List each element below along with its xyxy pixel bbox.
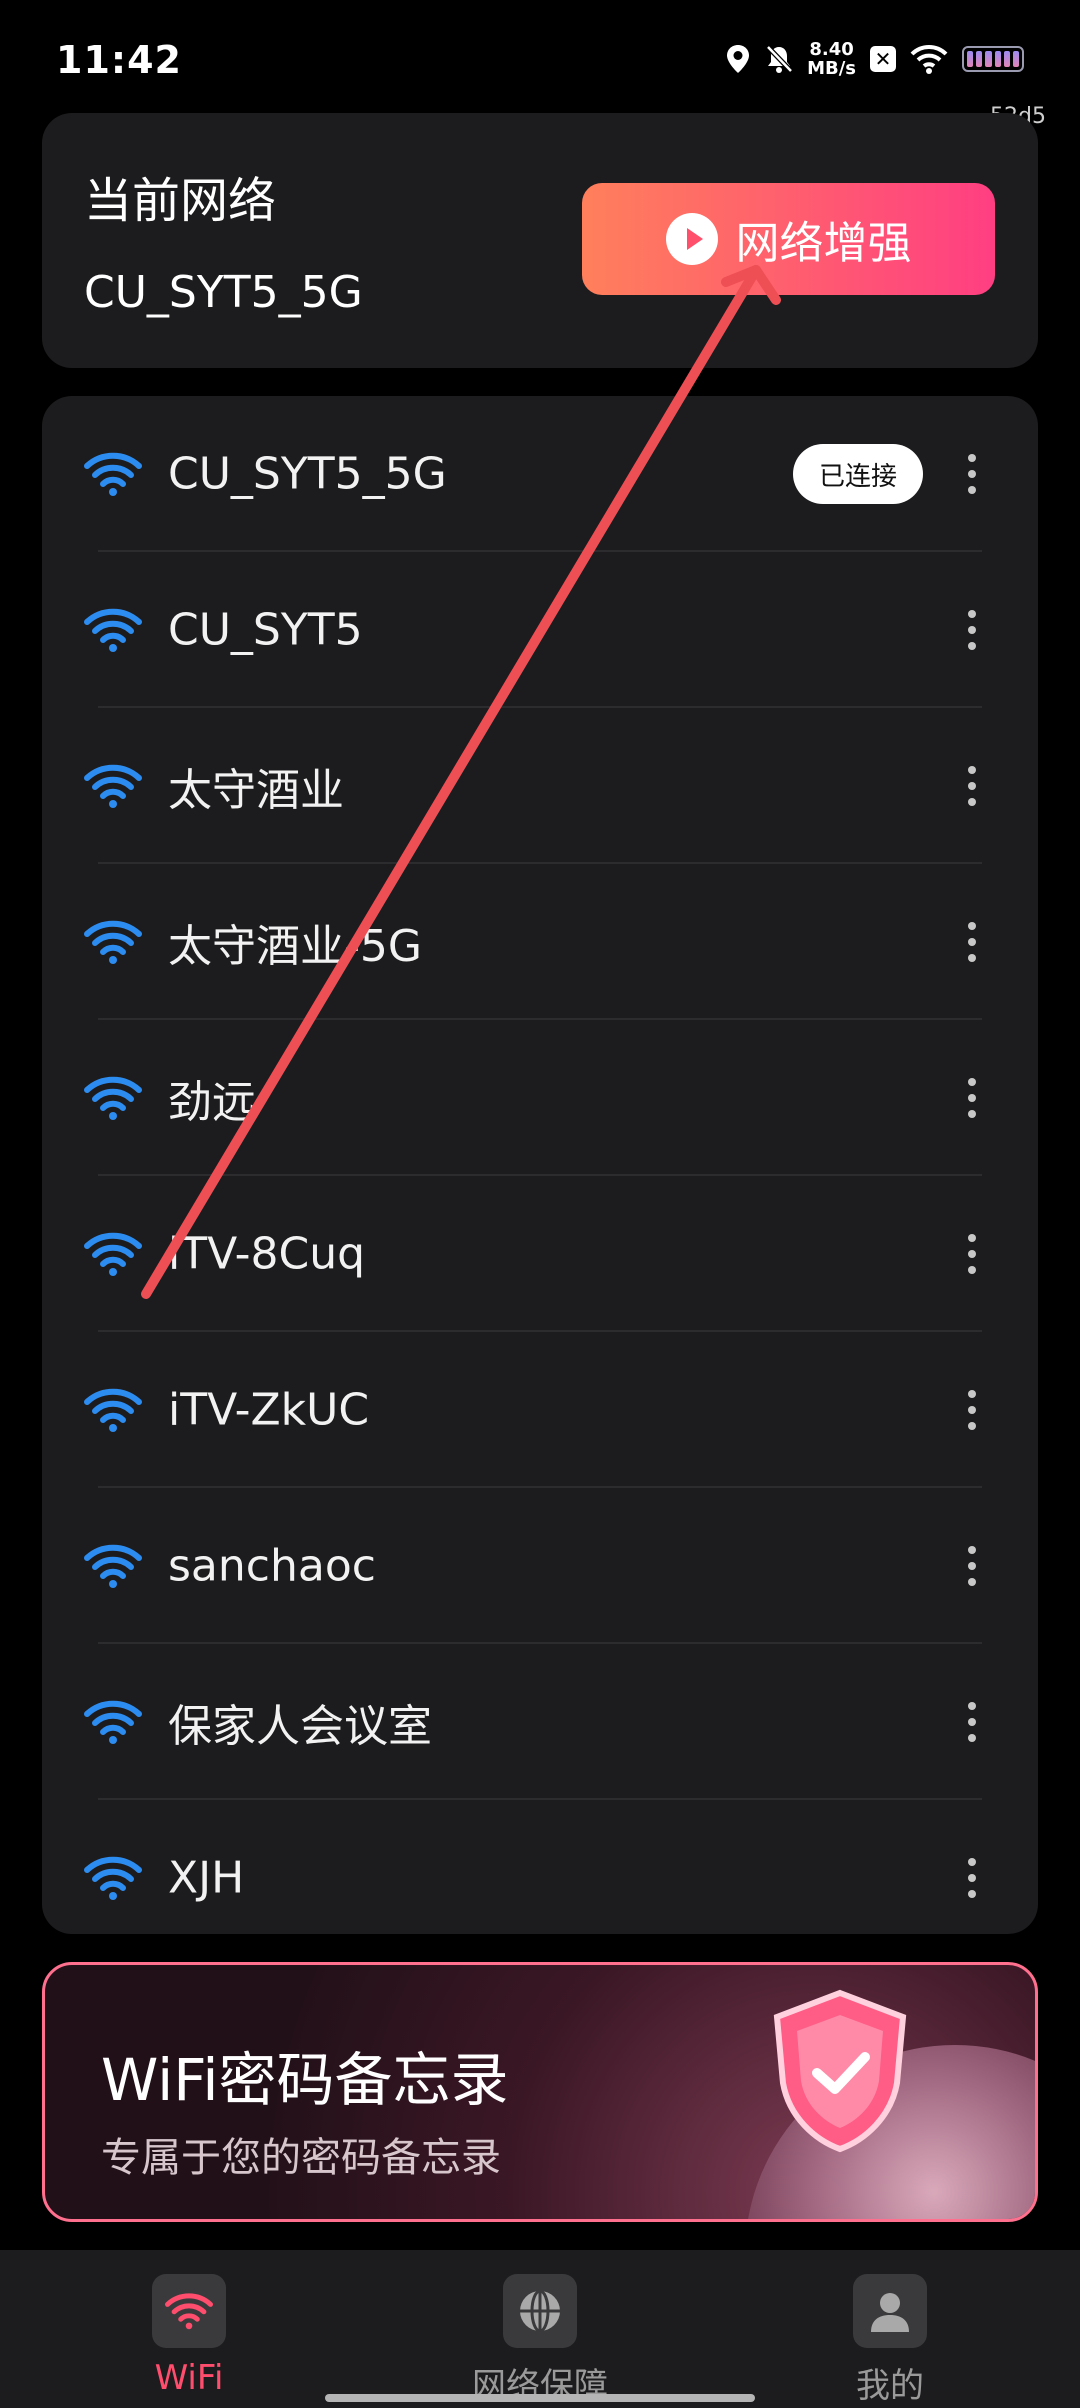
nav-label-wifi: WiFi [154, 2358, 224, 2398]
person-icon [871, 2293, 909, 2332]
nav-tab-profile[interactable]: 我的 [790, 2274, 990, 2407]
nav-label-profile: 我的 [856, 2366, 924, 2406]
globe-icon [520, 2289, 560, 2333]
wifi-icon [165, 2293, 213, 2330]
nav-icon-box [853, 2274, 927, 2348]
bottom-nav: WiFi 网络保障 我的 [0, 2250, 1080, 2408]
nav-icon-box [152, 2274, 226, 2348]
home-indicator[interactable] [325, 2394, 755, 2402]
nav-tab-wifi[interactable]: WiFi [89, 2274, 289, 2398]
shield-check-icon [773, 1989, 907, 2153]
password-memo-banner[interactable]: WiFi密码备忘录 专属于您的密码备忘录 [42, 1962, 1038, 2222]
nav-tab-network-guard[interactable]: 网络保障 [440, 2274, 640, 2407]
nav-icon-box [503, 2274, 577, 2348]
banner-title: WiFi密码备忘录 [101, 2046, 509, 2114]
banner-subtitle: 专属于您的密码备忘录 [101, 2135, 501, 2181]
